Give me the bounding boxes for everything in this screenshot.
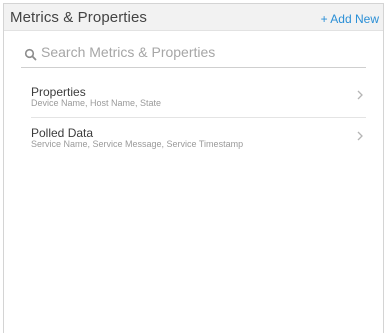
list-item-title: Properties bbox=[31, 85, 86, 99]
metrics-properties-panel: Metrics & Properties + Add New Propertie… bbox=[3, 3, 384, 333]
search-input[interactable] bbox=[41, 42, 361, 62]
list-item-subtitle: Device Name, Host Name, State bbox=[31, 98, 162, 108]
list-item-polled-data[interactable]: Polled Data Service Name, Service Messag… bbox=[31, 124, 366, 158]
search-bar bbox=[21, 40, 366, 68]
list-item-properties[interactable]: Properties Device Name, Host Name, State bbox=[31, 83, 366, 118]
chevron-right-icon bbox=[357, 90, 363, 100]
panel-header: Metrics & Properties + Add New bbox=[4, 4, 383, 31]
chevron-right-icon bbox=[357, 131, 363, 141]
list-item-title: Polled Data bbox=[31, 126, 94, 140]
panel-title: Metrics & Properties bbox=[10, 9, 148, 26]
list-item-subtitle: Service Name, Service Message, Service T… bbox=[31, 139, 244, 149]
add-new-button[interactable]: + Add New bbox=[321, 12, 379, 26]
search-icon bbox=[24, 48, 37, 61]
